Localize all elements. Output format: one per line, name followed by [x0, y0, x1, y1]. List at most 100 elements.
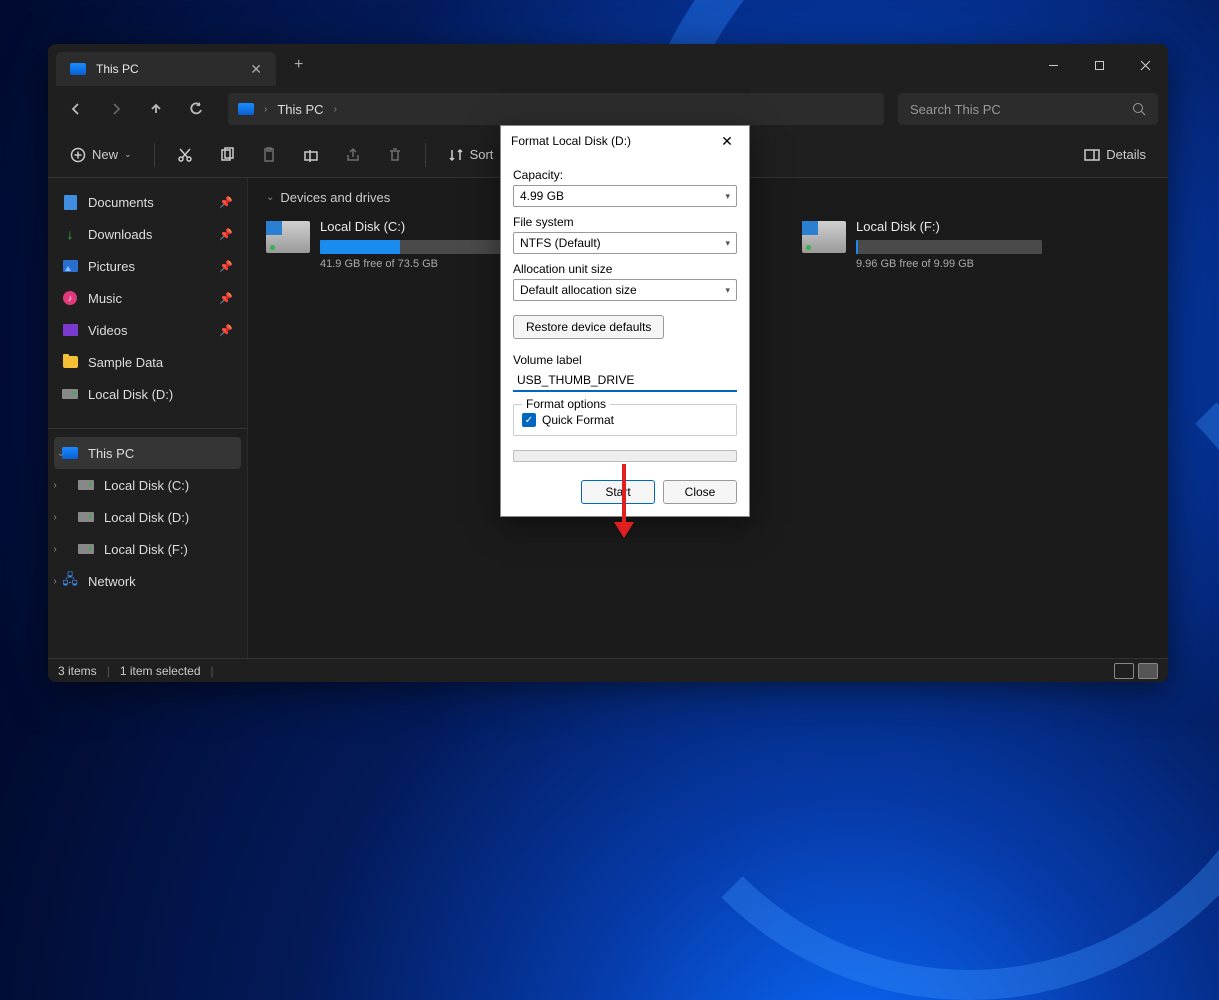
paste-button[interactable] — [251, 139, 287, 171]
search-placeholder: Search This PC — [910, 102, 1132, 117]
chevron-down-icon: ▾ — [725, 285, 730, 296]
chevron-right-icon[interactable]: › — [48, 512, 62, 523]
drive-icon — [266, 221, 310, 253]
chevron-right-icon[interactable]: › — [48, 544, 62, 555]
share-button[interactable] — [335, 139, 371, 171]
drive-icon — [802, 221, 846, 253]
forward-button[interactable] — [98, 91, 134, 127]
new-button[interactable]: New ⌄ — [60, 139, 142, 171]
network-icon: 🖧 — [62, 573, 78, 589]
capacity-select[interactable]: 4.99 GB▾ — [513, 185, 737, 207]
folder-icon — [63, 356, 78, 368]
paste-icon — [261, 147, 277, 163]
quick-format-checkbox[interactable]: ✓ Quick Format — [522, 413, 728, 427]
chevron-down-icon: ▾ — [725, 238, 730, 249]
search-input[interactable]: Search This PC — [898, 93, 1158, 125]
this-pc-icon — [70, 63, 86, 75]
sort-button[interactable]: Sort — [438, 139, 504, 171]
up-button[interactable] — [138, 91, 174, 127]
pin-icon: 📌 — [219, 260, 233, 273]
volume-label-label: Volume label — [513, 353, 737, 367]
copy-button[interactable] — [209, 139, 245, 171]
tab-title: This PC — [96, 62, 240, 76]
minimize-button[interactable] — [1030, 44, 1076, 86]
download-icon: ↓ — [62, 226, 78, 242]
dialog-title: Format Local Disk (D:) — [511, 134, 715, 148]
capacity-label: Capacity: — [513, 168, 737, 182]
details-pane-button[interactable]: Details — [1074, 139, 1156, 171]
format-dialog: Format Local Disk (D:) ✕ Capacity: 4.99 … — [500, 125, 750, 517]
dialog-close-button[interactable]: ✕ — [715, 129, 739, 153]
allocation-label: Allocation unit size — [513, 262, 737, 276]
sidebar-item-videos[interactable]: Videos📌 — [48, 314, 247, 346]
sidebar-item-this-pc[interactable]: ⌄This PC — [54, 437, 241, 469]
maximize-button[interactable] — [1076, 44, 1122, 86]
cut-icon — [177, 147, 193, 163]
pin-icon: 📌 — [219, 228, 233, 241]
copy-icon — [219, 147, 235, 163]
sidebar-item-local-disk-f[interactable]: ›Local Disk (F:) — [48, 533, 247, 565]
sidebar: Documents📌 ↓Downloads📌 Pictures📌 ♪Music📌… — [48, 178, 248, 658]
sidebar-item-documents[interactable]: Documents📌 — [48, 186, 247, 218]
refresh-button[interactable] — [178, 91, 214, 127]
back-button[interactable] — [58, 91, 94, 127]
start-button[interactable]: Start — [581, 480, 655, 504]
chevron-right-icon: › — [264, 104, 267, 115]
close-window-button[interactable] — [1122, 44, 1168, 86]
status-selected: 1 item selected — [120, 664, 201, 678]
format-options-fieldset: Format options ✓ Quick Format — [513, 404, 737, 436]
sidebar-item-local-disk-d-tree[interactable]: ›Local Disk (D:) — [48, 501, 247, 533]
drive-local-disk-c[interactable]: Local Disk (C:) 41.9 GB free of 73.5 GB — [266, 219, 506, 270]
titlebar: This PC ✕ + — [48, 44, 1168, 86]
details-icon — [1084, 147, 1100, 163]
sidebar-item-downloads[interactable]: ↓Downloads📌 — [48, 218, 247, 250]
delete-button[interactable] — [377, 139, 413, 171]
sidebar-item-local-disk-c[interactable]: ›Local Disk (C:) — [48, 469, 247, 501]
filesystem-select[interactable]: NTFS (Default)▾ — [513, 232, 737, 254]
sidebar-item-network[interactable]: ›🖧Network — [48, 565, 247, 597]
drive-local-disk-f[interactable]: Local Disk (F:) 9.96 GB free of 9.99 GB — [802, 219, 1042, 270]
chevron-down-icon[interactable]: ⌄ — [54, 448, 68, 459]
sidebar-item-local-disk-d[interactable]: Local Disk (D:) — [48, 378, 247, 410]
status-item-count: 3 items — [58, 664, 97, 678]
cut-button[interactable] — [167, 139, 203, 171]
document-icon — [64, 195, 77, 210]
chevron-right-icon[interactable]: › — [48, 576, 62, 587]
chevron-down-icon: ▾ — [725, 191, 730, 202]
sidebar-item-music[interactable]: ♪Music📌 — [48, 282, 247, 314]
breadcrumb-this-pc[interactable]: This PC — [277, 102, 323, 117]
status-bar: 3 items | 1 item selected | — [48, 658, 1168, 682]
rename-button[interactable] — [293, 139, 329, 171]
storage-bar — [856, 240, 1042, 254]
drive-icon — [78, 480, 94, 490]
allocation-select[interactable]: Default allocation size▾ — [513, 279, 737, 301]
restore-defaults-button[interactable]: Restore device defaults — [513, 315, 664, 339]
music-icon: ♪ — [63, 291, 77, 305]
grid-view-button[interactable] — [1138, 663, 1158, 679]
sort-icon — [448, 147, 464, 163]
active-tab[interactable]: This PC ✕ — [56, 52, 276, 86]
plus-circle-icon — [70, 147, 86, 163]
chevron-right-icon[interactable]: › — [48, 480, 62, 491]
volume-label-input[interactable] — [513, 370, 737, 392]
search-icon — [1132, 102, 1146, 116]
format-options-legend: Format options — [522, 397, 610, 411]
address-bar[interactable]: › This PC › — [228, 93, 884, 125]
pin-icon: 📌 — [219, 324, 233, 337]
rename-icon — [303, 147, 319, 163]
sidebar-item-sample-data[interactable]: Sample Data — [48, 346, 247, 378]
drive-icon — [78, 544, 94, 554]
pin-icon: 📌 — [219, 292, 233, 305]
checkbox-checked-icon: ✓ — [522, 413, 536, 427]
list-view-button[interactable] — [1114, 663, 1134, 679]
format-progress-bar — [513, 450, 737, 462]
chevron-down-icon: ⌄ — [124, 149, 132, 160]
new-tab-button[interactable]: + — [294, 56, 303, 74]
close-button[interactable]: Close — [663, 480, 737, 504]
trash-icon — [387, 147, 403, 163]
close-tab-icon[interactable]: ✕ — [250, 61, 262, 78]
pin-icon: 📌 — [219, 196, 233, 209]
drive-icon — [62, 389, 78, 399]
sidebar-item-pictures[interactable]: Pictures📌 — [48, 250, 247, 282]
drive-icon — [78, 512, 94, 522]
